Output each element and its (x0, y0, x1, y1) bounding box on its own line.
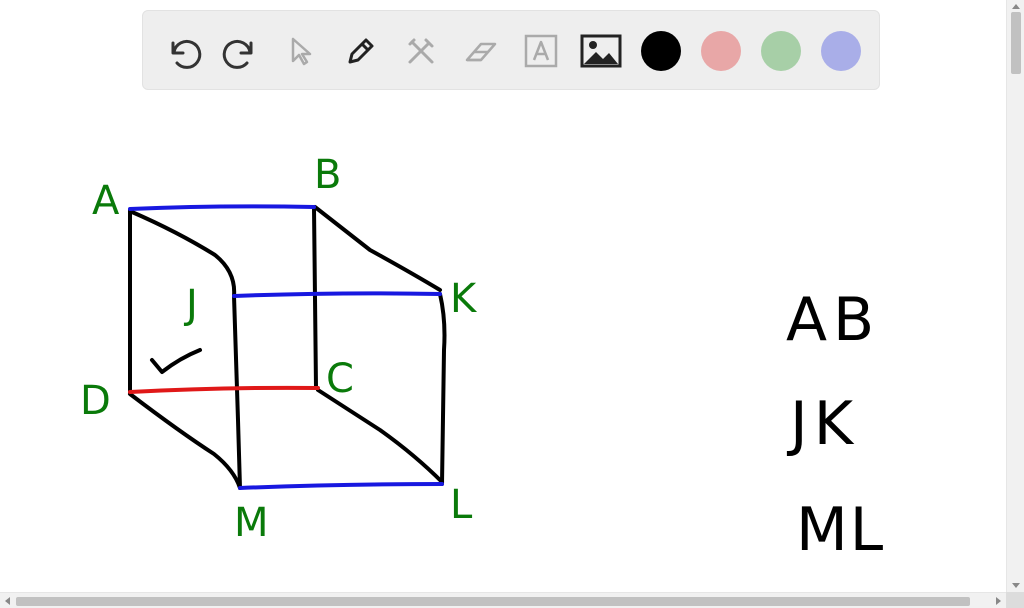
undo-icon (171, 39, 202, 69)
check-mark-icon (150, 348, 202, 374)
vertex-label-K: K (450, 276, 478, 322)
edge-AJ (130, 210, 237, 298)
vertex-label-J: J (183, 282, 198, 328)
scroll-up-icon[interactable] (1011, 2, 1021, 10)
redo-button[interactable] (219, 29, 263, 73)
color-swatch-red[interactable] (701, 31, 741, 71)
color-swatch-green[interactable] (761, 31, 801, 71)
edge-AB (128, 204, 316, 211)
edge-BK (313, 205, 442, 292)
pen-tool-button[interactable] (339, 29, 383, 73)
whiteboard-app: A B J K D C M L AB JK ML (0, 0, 1024, 608)
tools-icon (408, 38, 434, 64)
horizontal-scroll-thumb[interactable] (16, 597, 970, 606)
edge-ML (238, 482, 444, 490)
scroll-left-icon[interactable] (3, 596, 11, 606)
pair-ML: ML (796, 495, 885, 565)
color-swatch-blue[interactable] (821, 31, 861, 71)
image-tool-button[interactable] (579, 29, 623, 73)
edge-DC (128, 385, 320, 394)
vertex-label-M: M (234, 500, 269, 546)
edge-BC (312, 206, 318, 390)
vertical-scrollbar[interactable] (1006, 0, 1024, 592)
pen-icon (348, 38, 374, 64)
edge-KL (438, 292, 447, 486)
select-icon (291, 37, 312, 66)
image-icon (580, 34, 622, 68)
vertex-label-C: C (326, 356, 354, 402)
scroll-right-icon[interactable] (995, 596, 1003, 606)
pair-AB: AB (786, 285, 880, 355)
eraser-tool-button[interactable] (459, 29, 503, 73)
scrollbar-corner (1006, 592, 1024, 608)
color-swatch-black[interactable] (641, 31, 681, 71)
pair-JK: JK (786, 389, 859, 459)
vertex-label-B: B (314, 152, 341, 198)
eraser-icon (465, 42, 497, 62)
tools-button[interactable] (399, 29, 443, 73)
edge-JM (232, 294, 242, 490)
undo-button[interactable] (161, 29, 205, 73)
scroll-down-icon[interactable] (1011, 582, 1021, 590)
edge-JK (232, 291, 442, 298)
vertex-label-D: D (80, 378, 111, 424)
edge-DM (128, 392, 242, 490)
vertex-label-L: L (450, 482, 473, 528)
redo-icon (222, 39, 253, 69)
edge-CL (316, 388, 444, 484)
toolbar (142, 10, 880, 90)
horizontal-scrollbar[interactable] (0, 592, 1006, 608)
vertex-label-A: A (92, 178, 120, 224)
text-tool-button[interactable] (519, 29, 563, 73)
text-icon (524, 34, 558, 68)
select-tool-button[interactable] (279, 29, 323, 73)
vertical-scroll-thumb[interactable] (1011, 12, 1021, 74)
